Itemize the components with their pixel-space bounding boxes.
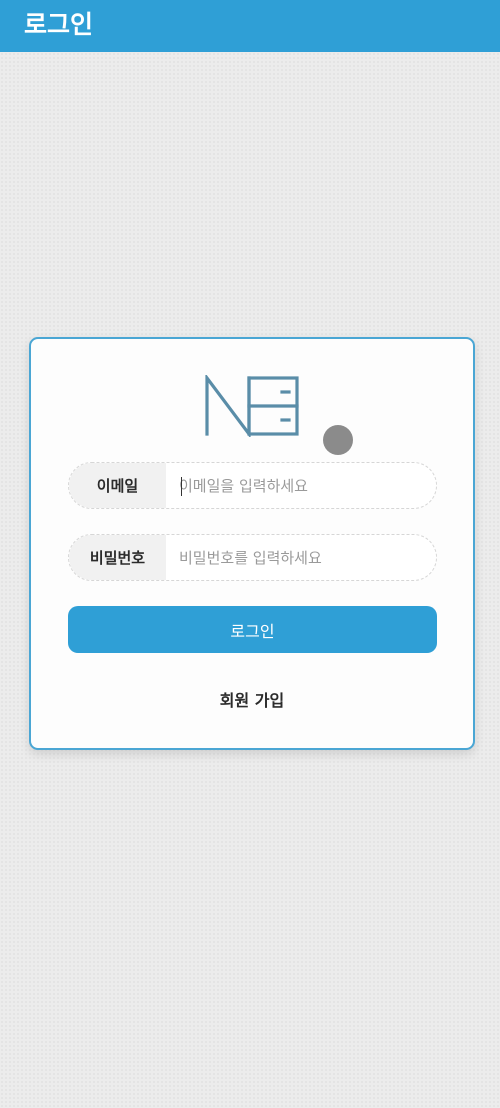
login-button[interactable]: 로그인 — [68, 606, 437, 653]
password-label: 비밀번호 — [69, 535, 166, 580]
password-field[interactable]: 비밀번호 — [68, 534, 437, 581]
touch-indicator — [323, 425, 353, 455]
email-input[interactable] — [166, 463, 434, 508]
password-input[interactable] — [166, 535, 434, 580]
page-title: 로그인 — [24, 10, 94, 39]
text-caret — [181, 477, 182, 496]
email-label: 이메일 — [69, 463, 166, 508]
nb-logo-icon — [205, 375, 299, 437]
login-card: 이메일 비밀번호 로그인 회원 가입 — [29, 337, 475, 750]
signup-link[interactable]: 회원 가입 — [31, 687, 473, 711]
email-field[interactable]: 이메일 — [68, 462, 437, 509]
app-bar: 로그인 — [0, 0, 500, 52]
